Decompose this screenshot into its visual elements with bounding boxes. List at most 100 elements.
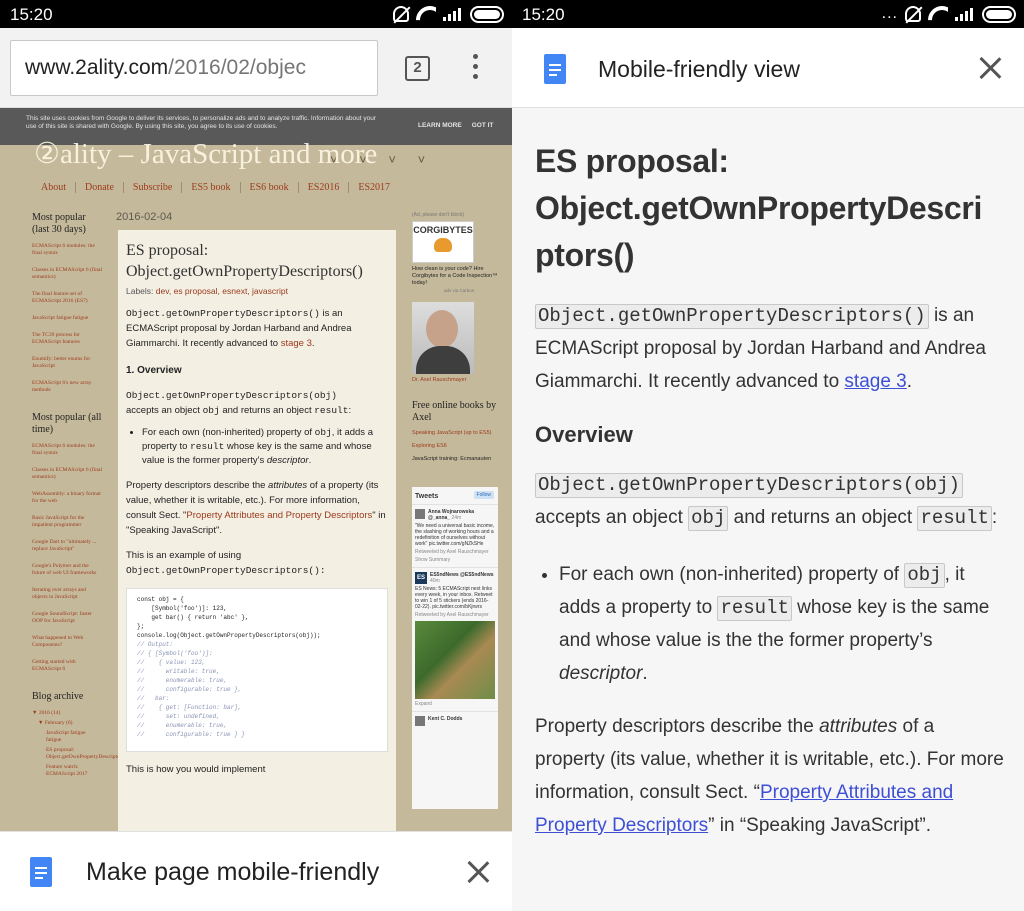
archive-month[interactable]: ▼ February (6)	[38, 720, 102, 727]
pd-text: Property descriptors describe the	[535, 716, 820, 737]
tweet-time: 24m	[451, 515, 462, 521]
labels-links[interactable]: dev, es proposal, esnext, javascript	[156, 286, 288, 296]
code-block: const obj = { [Symbol('foo')]: 123, get …	[126, 588, 388, 752]
stage-3-link[interactable]: stage 3	[844, 371, 906, 392]
popular-link[interactable]: What happened to Web Components?	[32, 635, 102, 649]
code-comment: // configurable: true } }	[137, 731, 246, 738]
ad-text[interactable]: How clean is your code? Hire Corgibytes …	[412, 266, 502, 287]
right-sidebar: (Ad, please don't block) CORGIBYTES How …	[412, 212, 502, 809]
tweet[interactable]: ES ES5ndNews @ES5ndNews 40m ES News: 5 E…	[412, 567, 498, 711]
popular-link[interactable]: The TC39 process for ECMAScript features	[32, 332, 102, 346]
post-labels: Labels: dev, es proposal, esnext, javasc…	[126, 286, 388, 296]
popular-link[interactable]: Classes in ECMAScript 6 (final semantics…	[32, 267, 102, 281]
tweet[interactable]: Kent C. Dodds	[412, 711, 498, 726]
es-logo-avatar: ES	[415, 572, 427, 584]
tweet-text: "We need a universal basic income, the s…	[415, 523, 495, 547]
popular-link[interactable]: ECMAScript 6 modules: the final syntax	[32, 443, 102, 457]
mobile-article[interactable]: ES proposal: Object.getOwnPropertyDescri p…	[512, 108, 1024, 911]
tab-switcher-button[interactable]: 2	[405, 56, 430, 81]
popular-link[interactable]: WebAssembly: a binary format for the web	[32, 491, 102, 505]
close-icon[interactable]	[466, 860, 490, 884]
retweet-info: Retweeted by Axel Rauschmayer	[415, 612, 489, 618]
popular-link[interactable]: Enumify: better enums for JavaScript	[32, 356, 102, 370]
screenshot-pair: 15:20 www.2ality.com/2016/02/objec 2 Thi…	[0, 0, 1024, 911]
learn-more-link[interactable]: LEARN MORE	[418, 122, 462, 129]
ads-via-carbon[interactable]: ads via Carbon	[444, 287, 502, 294]
training-link[interactable]: JavaScript training: Ecmanauten	[412, 456, 502, 463]
corgi-icon	[434, 238, 452, 252]
bullet-text: For each own (non-inherited) property of	[559, 564, 905, 585]
code-comment: // Output:	[137, 641, 174, 648]
nav-subscribe[interactable]: Subscribe	[122, 182, 182, 193]
browser-toolbar: www.2ality.com/2016/02/objec 2	[0, 28, 512, 108]
code-line: [Symbol('foo')]: 123,	[137, 605, 228, 612]
battery-icon	[982, 5, 1016, 23]
signal-icon	[955, 7, 975, 21]
got-it-button[interactable]: GOT IT	[472, 122, 494, 129]
nav-es5-book[interactable]: ES5 book	[181, 182, 240, 193]
popular-link[interactable]: The final feature set of ECMAScript 2016…	[32, 291, 102, 305]
battery-icon	[470, 5, 504, 23]
archive-post[interactable]: ES proposal: Object.getOwnPropertyDescri…	[46, 747, 127, 761]
attributes-emphasis: attributes	[819, 716, 898, 737]
bullet-text: For each own (non-inherited) property of	[142, 427, 315, 438]
url-host: www.2ality.com	[25, 56, 169, 79]
popular-link[interactable]: Getting started with ECMAScript 6	[32, 659, 102, 673]
expand-link[interactable]: Expand	[415, 701, 495, 707]
archive-post[interactable]: Feature watch: ECMAScript 2017	[46, 764, 102, 778]
tweet-author: Kent C. Dodds	[428, 716, 463, 722]
nav-es2016[interactable]: ES2016	[297, 182, 349, 193]
popular-link[interactable]: Google Dart to "ultimately ... replace J…	[32, 539, 102, 553]
status-icons	[393, 4, 504, 24]
close-icon[interactable]	[978, 56, 1002, 80]
popular-link[interactable]: Iterating over arrays and objects in Jav…	[32, 587, 102, 601]
popular-link[interactable]: Google's Polymer and the future of web U…	[32, 563, 102, 577]
popular-30-heading: Most popular (last 30 days)	[32, 212, 86, 235]
make-mobile-friendly-label[interactable]: Make page mobile-friendly	[86, 858, 379, 887]
right-screen: 15:20 ... Mobile-friendly view ES propos…	[512, 0, 1024, 911]
archive-post[interactable]: JavaScript fatigue fatigue	[46, 730, 102, 744]
popular-link[interactable]: Google SoundScript: faster OOP for JavaS…	[32, 611, 102, 625]
book-link[interactable]: Speaking JavaScript (up to ES5)	[412, 430, 502, 437]
property-attributes-link[interactable]: Property Attributes and Property Descrip…	[186, 510, 372, 521]
archive-year[interactable]: ▼ 2016 (14)	[32, 710, 102, 717]
result-code: result	[917, 506, 992, 531]
punct: .	[906, 371, 913, 392]
web-page[interactable]: This site uses cookies from Google to de…	[0, 108, 512, 831]
show-summary-link[interactable]: Show Summary	[415, 557, 495, 563]
blog-title[interactable]: ②ality – JavaScript and more	[34, 136, 377, 171]
nav-about[interactable]: About	[32, 182, 75, 193]
tweet-image[interactable]	[415, 621, 495, 699]
pd-text: ” in “Speaking JavaScript”.	[708, 815, 931, 836]
punct: :	[991, 507, 998, 528]
code-comment: // writable: true,	[137, 668, 220, 675]
stage-3-link[interactable]: stage 3	[281, 338, 312, 349]
address-bar[interactable]: www.2ality.com/2016/02/objec	[10, 40, 378, 96]
nav-donate[interactable]: Donate	[75, 182, 123, 193]
popular-link[interactable]: ECMAScript 6 modules: the final syntax	[32, 243, 102, 257]
obj-code: obj	[314, 427, 332, 438]
status-icons: ...	[882, 4, 1016, 24]
popular-link[interactable]: Basic JavaScript for the impatient progr…	[32, 515, 102, 529]
overview-paragraph: Object.getOwnPropertyDescriptors(obj) acc…	[126, 390, 352, 416]
popular-link[interactable]: ECMAScript 6's new array methods	[32, 380, 102, 394]
descriptor-emphasis: descriptor	[559, 663, 643, 684]
document-icon	[30, 857, 52, 887]
tweet[interactable]: Anna Wojnarowska @_anna_ 24m "We need a …	[412, 504, 498, 567]
nav-es2017[interactable]: ES2017	[348, 182, 400, 193]
overflow-menu-icon[interactable]	[470, 54, 480, 84]
popular-link[interactable]: Classes in ECMAScript 6 (final semantics…	[32, 467, 102, 481]
author-caption[interactable]: Dr. Axel Rauschmayer	[412, 377, 502, 384]
result-code: result	[190, 441, 225, 452]
result-code: result	[717, 596, 792, 621]
left-sidebar: Most popular (last 30 days) ECMAScript 6…	[32, 212, 127, 788]
mobile-friendly-prompt[interactable]: Make page mobile-friendly	[0, 831, 512, 911]
muted-notifications-icon	[393, 6, 409, 22]
wifi-icon	[416, 6, 436, 22]
popular-link[interactable]: JavaScript fatigue fatigue	[32, 315, 102, 322]
follow-button[interactable]: Follow	[473, 491, 494, 499]
post-date: 2016-02-04	[116, 211, 173, 223]
corgibytes-ad[interactable]: CORGIBYTES	[412, 221, 474, 263]
nav-es6-book[interactable]: ES6 book	[239, 182, 298, 193]
book-link[interactable]: Exploring ES6	[412, 443, 502, 450]
